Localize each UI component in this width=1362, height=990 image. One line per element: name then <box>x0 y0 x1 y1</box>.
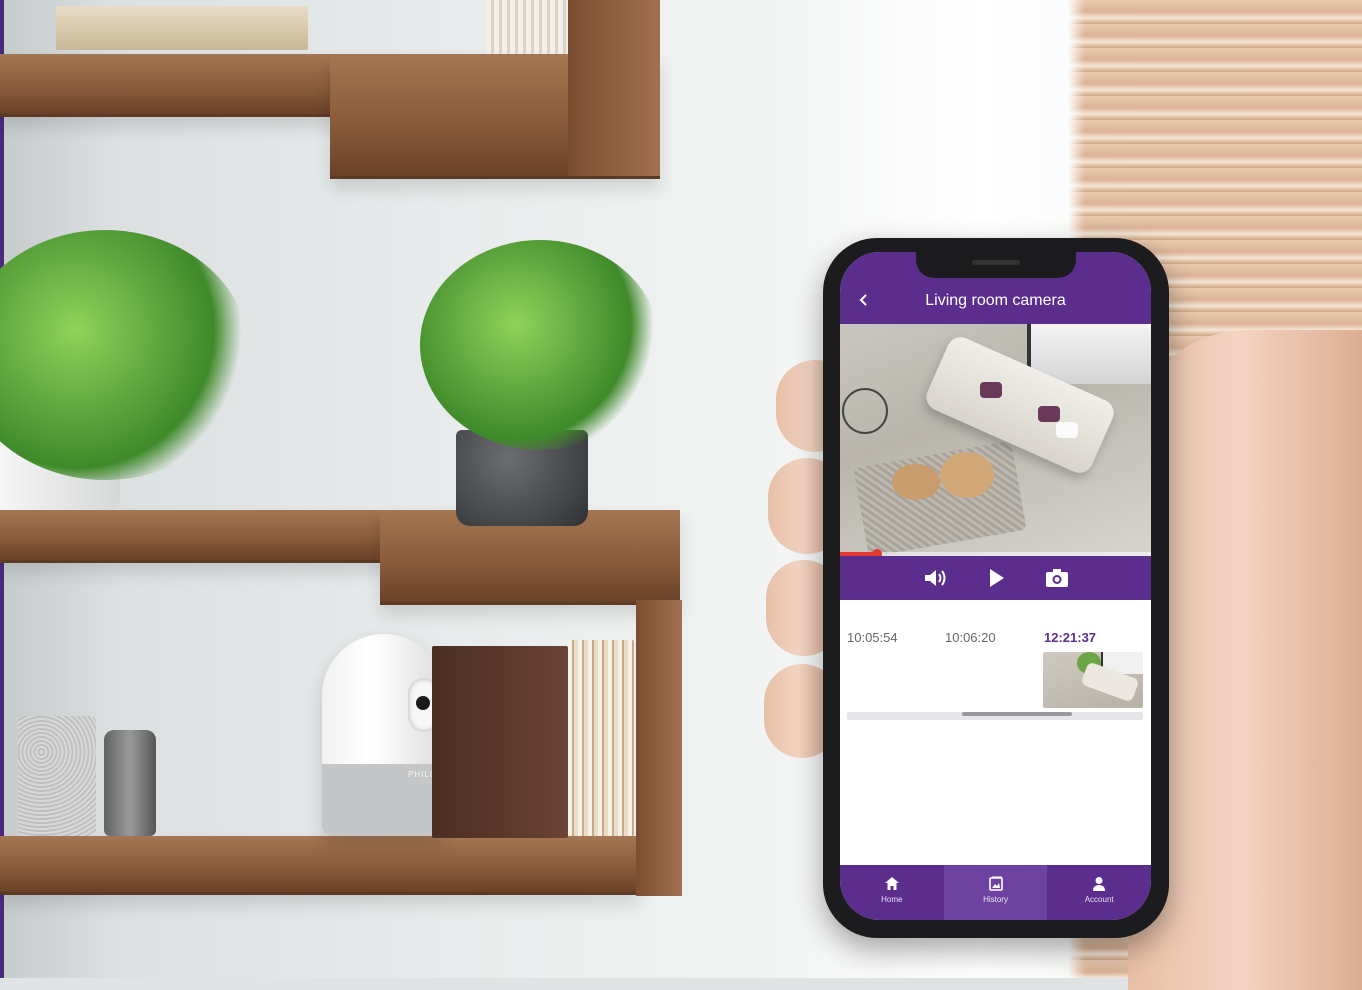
decor-vase <box>486 0 566 54</box>
fern-plant <box>420 240 660 450</box>
earpiece <box>972 260 1020 265</box>
glass-jar <box>18 716 96 836</box>
cushion <box>1038 406 1060 422</box>
bottom-shelf <box>0 836 640 895</box>
history-icon <box>988 876 1003 891</box>
event-time[interactable]: 12:21:37 <box>1044 630 1096 645</box>
snapshot-button[interactable] <box>1042 564 1072 592</box>
small-bottle <box>104 730 156 836</box>
tab-account[interactable]: Account <box>1047 865 1151 920</box>
player-controls <box>840 556 1151 600</box>
coffee-table <box>892 464 940 500</box>
stacked-books <box>56 6 308 50</box>
tab-history[interactable]: History <box>943 865 1048 920</box>
play-button[interactable] <box>981 564 1011 592</box>
event-time[interactable]: 10:06:20 <box>945 630 996 645</box>
volume-button[interactable] <box>920 564 950 592</box>
event-time[interactable]: 10:05:54 <box>847 630 898 645</box>
event-thumbnail[interactable] <box>1043 652 1143 708</box>
room-chair <box>842 388 888 434</box>
phone-notch <box>916 252 1076 278</box>
coffee-table <box>940 452 994 498</box>
leather-book <box>432 646 568 838</box>
event-timeline: 10:05:54 10:06:20 12:21:37 <box>840 600 1151 865</box>
account-icon <box>1093 877 1106 891</box>
book-row <box>568 640 634 836</box>
top-shelf-bracket <box>568 0 660 176</box>
tab-home[interactable]: Home <box>840 865 944 920</box>
play-icon <box>990 569 1004 587</box>
tab-label: History <box>983 895 1008 904</box>
tab-label: Account <box>1084 895 1114 904</box>
tab-label: Home <box>881 895 903 904</box>
timeline-scroll-thumb[interactable] <box>962 712 1073 716</box>
camera-snapshot-icon <box>1046 569 1068 587</box>
home-icon <box>884 877 899 890</box>
phone-screen: Living room camera 10:05:54 10:06:20 12:… <box>840 252 1151 920</box>
page-title: Living room camera <box>925 292 1066 309</box>
camera-video-feed[interactable] <box>840 324 1151 556</box>
home-security-camera: PHILIPS <box>322 634 446 836</box>
cushion <box>980 382 1002 398</box>
cushion <box>1056 422 1078 438</box>
bottom-shelf-bracket <box>636 600 682 896</box>
bottom-tab-bar: Home History Account <box>840 865 1151 920</box>
volume-icon <box>925 570 946 586</box>
